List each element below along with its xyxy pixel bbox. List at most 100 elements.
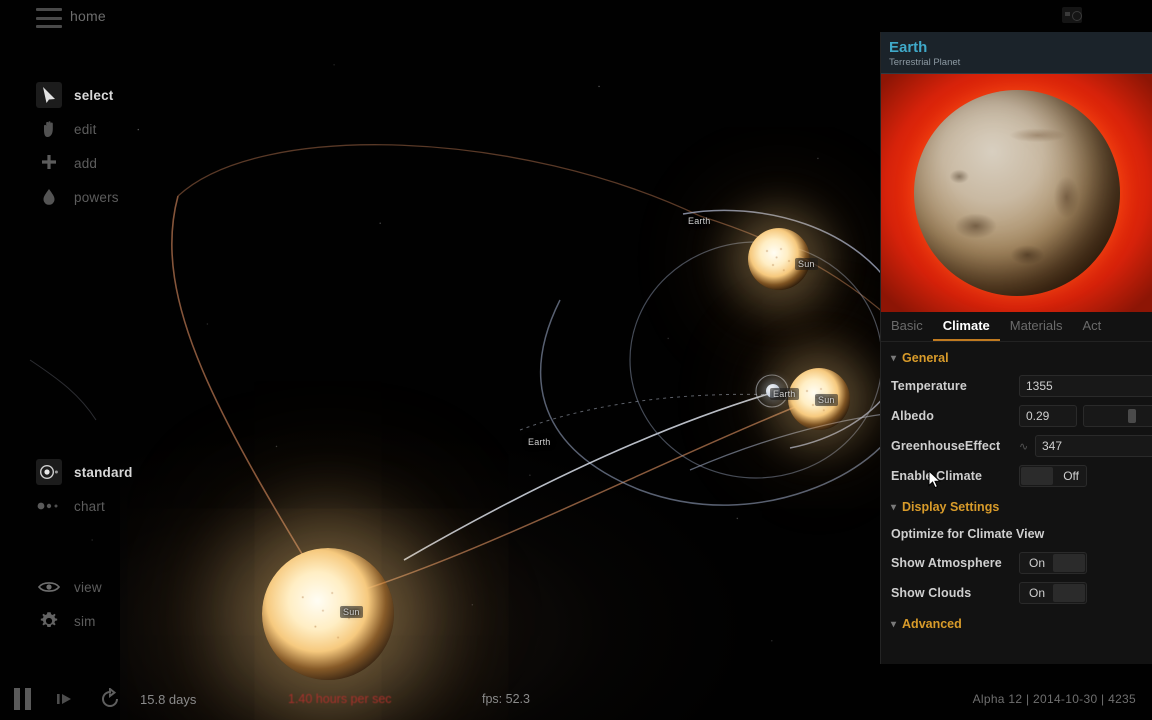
panel-title: Earth	[889, 39, 928, 56]
dots-icon	[36, 493, 62, 519]
panel-header: Earth Terrestrial Planet	[881, 32, 1152, 74]
scene-label[interactable]: Sun	[340, 606, 363, 618]
show-atmosphere-toggle[interactable]: On	[1019, 552, 1087, 574]
albedo-input[interactable]: 0.29	[1019, 405, 1077, 427]
albedo-label: Albedo	[891, 409, 934, 423]
tab-climate[interactable]: Climate	[932, 311, 1000, 341]
temperature-label: Temperature	[891, 379, 967, 393]
app-root: Earth Sun Earth Earth Sun Sun home selec…	[0, 0, 1152, 720]
show-atmosphere-label: Show Atmosphere	[891, 556, 1002, 570]
inspector-panel: Earth Terrestrial Planet Basic Climate M…	[880, 32, 1152, 664]
property-row-show-clouds: Show Clouds On	[881, 578, 1152, 608]
target-dot-icon	[36, 459, 62, 485]
chevron-down-icon: ▾	[891, 352, 897, 364]
eye-icon	[36, 574, 62, 600]
panel-tabs: Basic Climate Materials Act	[881, 312, 1152, 342]
toggle-thumb	[1021, 467, 1053, 485]
property-row-show-atmosphere: Show Atmosphere On	[881, 548, 1152, 578]
waveform-icon[interactable]: ∿	[1019, 440, 1035, 453]
section-title-display-settings: Display Settings	[902, 500, 1000, 514]
mode-standard-label: standard	[74, 464, 133, 480]
view-sim-list: view sim	[0, 570, 240, 638]
tab-basic[interactable]: Basic	[881, 311, 933, 341]
menu-sim[interactable]: sim	[0, 604, 240, 638]
scene-label[interactable]: Sun	[795, 258, 818, 270]
albedo-slider-knob[interactable]	[1128, 409, 1136, 423]
greenhouse-effect-input[interactable]: 347	[1035, 435, 1152, 457]
tool-add-label: add	[74, 155, 98, 171]
star-sun-primary[interactable]	[262, 548, 394, 680]
transport-controls: 15.8 days	[0, 678, 196, 720]
gear-icon	[36, 608, 62, 634]
show-clouds-toggle[interactable]: On	[1019, 582, 1087, 604]
section-header-general[interactable]: ▾ General	[881, 342, 1152, 371]
property-row-enable-climate: Enable Climate Off	[881, 461, 1152, 491]
pause-button[interactable]	[0, 678, 44, 720]
menu-view[interactable]: view	[0, 570, 240, 604]
tab-materials[interactable]: Materials	[1000, 311, 1073, 341]
planet-preview-terrain	[914, 90, 1120, 296]
tool-palette: select edit add powers	[0, 78, 240, 214]
top-bar: home	[0, 0, 1152, 34]
camera-icon[interactable]	[1062, 7, 1082, 23]
chevron-down-icon: ▾	[891, 501, 897, 513]
star-granulation	[759, 239, 799, 279]
bottom-status-bar: 15.8 days 1.40 hours per sec fps: 52.3 A…	[0, 678, 1152, 720]
sim-rate-label: 1.40 hours per sec	[288, 692, 392, 706]
scene-label[interactable]: Sun	[815, 394, 838, 406]
mode-list: standard chart	[0, 455, 240, 523]
panel-subtitle: Terrestrial Planet	[889, 57, 961, 68]
hamburger-icon[interactable]	[36, 8, 62, 28]
tool-powers[interactable]: powers	[0, 180, 240, 214]
toggle-thumb	[1053, 554, 1085, 572]
menu-view-label: view	[74, 579, 102, 595]
section-header-advanced[interactable]: ▾ Advanced	[881, 608, 1152, 637]
planet-preview-globe	[914, 90, 1120, 296]
section-header-display-settings[interactable]: ▾ Display Settings	[881, 491, 1152, 520]
planet-preview-earth[interactable]	[881, 74, 1152, 312]
enable-climate-toggle[interactable]: Off	[1019, 465, 1087, 487]
optimize-for-climate-view-label[interactable]: Optimize for Climate View	[881, 520, 1152, 548]
enable-climate-toggle-value: Off	[1063, 469, 1079, 483]
scene-label[interactable]: Earth	[528, 437, 551, 447]
section-title-general: General	[902, 351, 949, 365]
sim-time-label: 15.8 days	[140, 691, 197, 707]
temperature-input[interactable]: 1355	[1019, 375, 1152, 397]
tool-edit[interactable]: edit	[0, 112, 240, 146]
mode-chart[interactable]: chart	[0, 489, 240, 523]
build-info-label: Alpha 12 | 2014-10-30 | 4235	[972, 692, 1136, 706]
scene-label[interactable]: Earth	[688, 216, 711, 226]
plus-icon	[36, 150, 62, 176]
tool-edit-label: edit	[74, 121, 97, 137]
greenhouse-effect-label: GreenhouseEffect	[891, 439, 1001, 453]
section-title-advanced: Advanced	[902, 617, 962, 631]
hand-icon	[36, 116, 62, 142]
step-forward-button[interactable]	[44, 678, 88, 720]
droplet-icon	[36, 184, 62, 210]
scene-label[interactable]: Earth	[770, 388, 799, 400]
tool-select[interactable]: select	[0, 78, 240, 112]
enable-climate-label: Enable Climate	[891, 469, 983, 483]
tool-select-label: select	[74, 87, 114, 103]
property-row-temperature: Temperature 1355	[881, 371, 1152, 401]
tool-add[interactable]: add	[0, 146, 240, 180]
albedo-slider[interactable]	[1083, 405, 1152, 427]
show-atmosphere-toggle-value: On	[1029, 556, 1046, 570]
cursor-arrow-icon	[36, 82, 62, 108]
toggle-thumb	[1053, 584, 1085, 602]
reset-icon	[102, 688, 118, 707]
show-clouds-label: Show Clouds	[891, 586, 972, 600]
reset-button[interactable]	[88, 678, 132, 720]
menu-sim-label: sim	[74, 613, 96, 629]
fps-label: fps: 52.3	[482, 692, 530, 706]
tool-powers-label: powers	[74, 189, 119, 205]
property-row-albedo: Albedo 0.29	[881, 401, 1152, 431]
mode-standard[interactable]: standard	[0, 455, 240, 489]
property-row-greenhouse-effect: GreenhouseEffect ∿ 347	[881, 431, 1152, 461]
tab-act[interactable]: Act	[1073, 311, 1112, 341]
mode-chart-label: chart	[74, 498, 106, 514]
home-label[interactable]: home	[70, 8, 106, 24]
show-clouds-toggle-value: On	[1029, 586, 1046, 600]
chevron-down-icon: ▾	[891, 618, 897, 630]
pause-icon	[13, 688, 31, 710]
